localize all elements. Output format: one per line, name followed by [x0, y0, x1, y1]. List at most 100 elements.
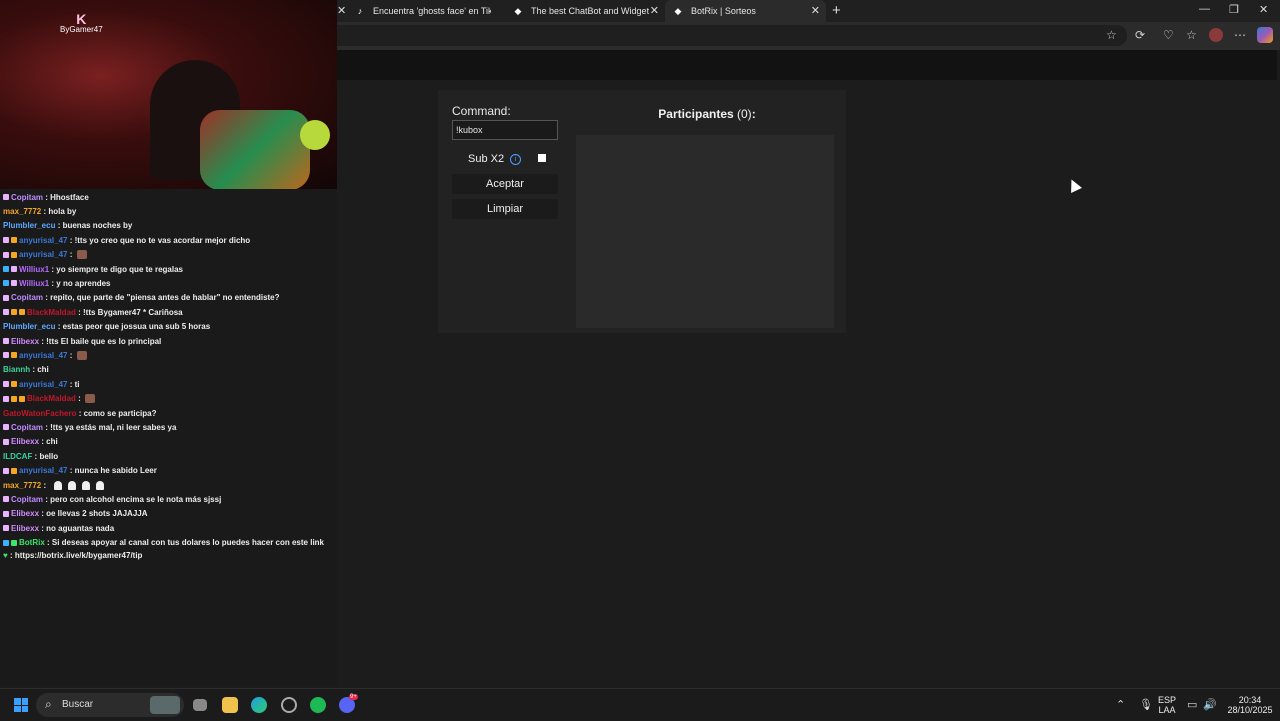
- chat-badge-icon: [3, 294, 9, 301]
- chat-text: : buenas noches by: [55, 221, 133, 231]
- chat-badge-icon: [3, 395, 9, 402]
- chat-badge-icon: [11, 266, 17, 272]
- chat-badge-icon: [3, 338, 9, 344]
- taskbar-search[interactable]: ⌕ Buscar: [36, 693, 184, 717]
- chat-text: : bello: [32, 451, 59, 461]
- chat-message: max_7772 : hola by: [3, 205, 76, 217]
- sub-x2-label: Sub X2 i: [468, 153, 522, 165]
- chat-badge-icon: [3, 194, 9, 200]
- chat-text: :: [67, 250, 75, 260]
- chat-text: : oe llevas 2 shots JAJAJJA: [39, 509, 148, 519]
- chat-message: BlackMaldad :: [3, 393, 96, 405]
- chat-badge-icon: [3, 438, 9, 445]
- chat-message: Elibexx : no aguantas nada: [3, 522, 114, 534]
- browser-essentials-icon[interactable]: ♡: [1163, 28, 1174, 42]
- accept-button[interactable]: Aceptar: [452, 174, 558, 194]
- webcam-feed: K ByGamer47: [0, 0, 337, 189]
- chat-badge-icon: [3, 510, 9, 517]
- participants-list[interactable]: [576, 135, 834, 328]
- new-tab-icon[interactable]: +: [832, 2, 841, 19]
- chat-message: BlackMaldad : !tts Bygamer47 * Cariñosa: [3, 306, 183, 318]
- volume-icon[interactable]: 🔊: [1203, 698, 1217, 711]
- chat-message: Copitam : !tts ya estás mal, ni leer sab…: [3, 421, 176, 433]
- tab-tiktok[interactable]: ♪ Encuentra 'ghosts face' en TikTok: [347, 0, 507, 22]
- search-icon: ⌕: [45, 697, 52, 711]
- tab-sorteos[interactable]: ◆ BotRix | Sorteos ✕: [665, 0, 826, 22]
- file-explorer-icon[interactable]: [222, 697, 238, 713]
- botrix-icon: ◆: [674, 5, 682, 16]
- minimize-icon[interactable]: —: [1199, 3, 1210, 15]
- url-field[interactable]: [337, 25, 1127, 46]
- chat-emote-icon: [76, 350, 87, 360]
- chat-badge-icon: [3, 539, 9, 546]
- microphone-icon[interactable]: 🎙: [1139, 698, 1153, 711]
- chat-message: anyurisal_47 : ti: [3, 378, 79, 390]
- command-label: Command:: [452, 104, 511, 118]
- tab-close-button[interactable]: ✕: [337, 4, 346, 17]
- ghost-emoji-icon: [54, 480, 63, 490]
- language-top: ESP: [1158, 695, 1177, 705]
- chat-username: GatoWatonFachero: [3, 408, 77, 418]
- channel-logo: K ByGamer47: [60, 12, 103, 34]
- clock-time: 20:34: [1238, 695, 1262, 705]
- chat-text: : !tts Bygamer47 * Cariñosa: [75, 307, 183, 317]
- chat-username: anyurisal_47: [19, 250, 68, 260]
- chat-text: : nunca he sabido Leer: [67, 466, 157, 476]
- task-view-icon[interactable]: [193, 699, 207, 711]
- sub-x2-checkbox[interactable]: [538, 154, 546, 162]
- chat-text: : hola by: [41, 206, 77, 216]
- spotify-icon[interactable]: [310, 697, 326, 713]
- command-input[interactable]: [452, 120, 558, 140]
- language-bottom: LAA: [1158, 705, 1176, 715]
- chat-link[interactable]: : https://botrix.live/k/bygamer47/tip: [8, 551, 142, 560]
- close-icon[interactable]: ✕: [650, 4, 659, 17]
- chat-message: ILDCAF : bello: [3, 450, 58, 462]
- ghost-emoji-icon: [96, 480, 105, 490]
- discord-badge: 9+: [349, 694, 358, 700]
- chat-username: anyurisal_47: [19, 466, 68, 476]
- favorites-icon[interactable]: ☆: [1186, 28, 1197, 42]
- network-icon[interactable]: ▭: [1187, 698, 1197, 711]
- clock[interactable]: 20:34 28/10/2025: [1224, 695, 1276, 715]
- chat-username: Biannh: [3, 365, 31, 375]
- info-icon[interactable]: i: [510, 153, 522, 165]
- chat-badge-icon: [3, 496, 9, 503]
- tab-title: The best ChatBot and Widgets fo: [531, 6, 649, 16]
- chat-badge-icon: [19, 395, 25, 402]
- chat-username: anyurisal_47: [19, 379, 68, 389]
- more-icon[interactable]: ⋯: [1234, 28, 1246, 42]
- extensions-icon[interactable]: ⟳: [1135, 28, 1145, 42]
- chat-message: Copitam : pero con alcohol encima se le …: [3, 493, 221, 505]
- chat-badge-icon: [3, 381, 9, 388]
- chat-username: BotRix: [19, 538, 45, 548]
- taskbar: ⌕ Buscar 9+ ⌃ ESP LAA 🎙 ▭ 🔊 20:34 28/10/…: [0, 688, 1280, 721]
- profile-avatar[interactable]: [1209, 28, 1223, 42]
- chat-text: :: [67, 350, 75, 360]
- tab-title: Encuentra 'ghosts face' en TikTok: [373, 6, 491, 16]
- chat-message: Copitam : repito, que parte de "piensa a…: [3, 292, 280, 304]
- chat-message: Plumbler_ecu : buenas noches by: [3, 220, 132, 232]
- chrome-icon[interactable]: [281, 697, 297, 713]
- chat-text: : estas peor que jossua una sub 5 horas: [55, 322, 211, 332]
- star-icon[interactable]: ☆: [1106, 28, 1117, 42]
- chat-text: : !tts ya estás mal, ni leer sabes ya: [43, 422, 177, 432]
- tab-chatbot[interactable]: ◆ The best ChatBot and Widgets fo ✕: [505, 0, 665, 22]
- ghost-emoji-icon: [82, 480, 91, 490]
- edge-icon[interactable]: [251, 697, 267, 713]
- chat-badge-icon: [11, 352, 17, 359]
- chat-username: Copitam: [11, 494, 43, 504]
- language-indicator[interactable]: ESP LAA: [1158, 695, 1176, 715]
- close-icon[interactable]: ✕: [811, 4, 820, 17]
- chat-badge-icon: [3, 467, 9, 474]
- chat-text: : no aguantas nada: [39, 523, 115, 533]
- window-close-icon[interactable]: ✕: [1259, 3, 1268, 16]
- search-highlight-image: [150, 696, 180, 714]
- copilot-icon[interactable]: [1257, 27, 1273, 43]
- chevron-up-icon[interactable]: ⌃: [1116, 698, 1125, 711]
- chat-username: Copitam: [11, 293, 43, 303]
- restore-icon[interactable]: ❐: [1229, 3, 1239, 16]
- clear-button[interactable]: Limpiar: [452, 199, 558, 219]
- windows-start-icon[interactable]: [14, 698, 28, 712]
- site-navbar: [337, 50, 1277, 80]
- chat-overlay: Copitam : Hhostface max_7772 : hola by Plu…: [0, 189, 337, 686]
